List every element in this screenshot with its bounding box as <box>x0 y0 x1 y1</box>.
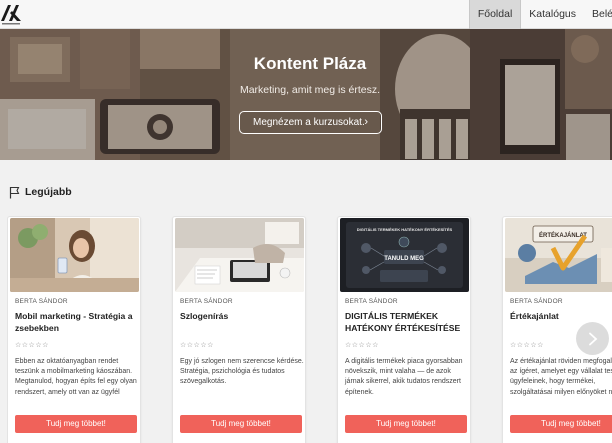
course-description: Egy jó szlogen nem szerencse kérdése. St… <box>180 358 304 386</box>
learn-more-button[interactable]: Tudj meg többet! <box>180 415 302 433</box>
section-title: Legújabb <box>25 186 72 198</box>
course-title[interactable]: Mobil marketing - Stratégia a zsebekben <box>15 311 137 334</box>
carousel-next-button[interactable] <box>576 322 609 355</box>
nav-item-login[interactable]: Belépés <box>584 0 612 29</box>
view-courses-button[interactable]: Megnézem a kurzusokat. › <box>239 111 382 134</box>
view-courses-label: Megnézem a kurzusokat. <box>253 117 365 128</box>
course-description: Ebben az oktatóanyagban rendet teszünk a… <box>15 358 137 396</box>
course-author: BERTA SÁNDOR <box>510 298 563 305</box>
course-title[interactable]: Értékajánlat <box>510 311 612 323</box>
star-rating: ☆☆☆☆☆ <box>510 342 544 349</box>
chevron-right-icon: › <box>364 116 368 128</box>
course-image[interactable] <box>175 218 304 292</box>
hero-title: Kontent Pláza <box>253 54 367 73</box>
course-carousel: BERTA SÁNDOR Mobil marketing - Stratégia… <box>7 216 612 443</box>
top-navbar: Főoldal Katalógus Belépés <box>0 0 612 29</box>
star-rating: ☆☆☆☆☆ <box>345 342 379 349</box>
course-title[interactable]: Szlogenírás <box>180 311 302 323</box>
learn-more-button[interactable]: Tudj meg többet! <box>345 415 467 433</box>
course-card[interactable]: DIGITÁLIS TERMÉKEK HATÉKONY ÉRTÉKESÍTÉS … <box>337 216 471 443</box>
course-card[interactable]: BERTA SÁNDOR Mobil marketing - Stratégia… <box>7 216 141 443</box>
main-nav: Főoldal Katalógus Belépés <box>468 0 612 29</box>
hero-banner: Kontent Pláza Marketing, amit meg is ért… <box>0 29 612 160</box>
card-image-badge: TANULD MEG <box>384 256 424 262</box>
course-description: A digitális termékek piaca gyorsabban nö… <box>345 358 463 396</box>
course-image[interactable]: ÉRTÉKAJÁNLAT <box>505 218 612 292</box>
course-card[interactable]: BERTA SÁNDOR Szlogenírás ☆☆☆☆☆ Egy jó sz… <box>172 216 306 443</box>
course-author: BERTA SÁNDOR <box>345 298 398 305</box>
learn-more-button[interactable]: Tudj meg többet! <box>510 415 612 433</box>
flag-icon <box>9 186 20 198</box>
star-rating: ☆☆☆☆☆ <box>15 342 49 349</box>
course-author: BERTA SÁNDOR <box>180 298 233 305</box>
star-rating: ☆☆☆☆☆ <box>180 342 214 349</box>
card-image-heading: DIGITÁLIS TERMÉKEK HATÉKONY ÉRTÉKESÍTÉS <box>357 227 453 232</box>
learn-more-button[interactable]: Tudj meg többet! <box>15 415 137 433</box>
course-description: Az értékajánlat röviden megfogalmazva az… <box>510 358 612 396</box>
course-title[interactable]: DIGITÁLIS TERMÉKEK HATÉKONY ÉRTÉKESÍTÉSE <box>345 311 467 334</box>
course-image[interactable] <box>10 218 139 292</box>
section-header: Legújabb <box>9 184 72 200</box>
nav-item-catalog[interactable]: Katalógus <box>521 0 584 29</box>
brand-logo-icon[interactable] <box>0 1 22 27</box>
course-author: BERTA SÁNDOR <box>15 298 68 305</box>
card-image-sign: ÉRTÉKAJÁNLAT <box>539 231 587 239</box>
hero-subtitle: Marketing, amit meg is értesz. <box>239 84 381 96</box>
nav-item-home[interactable]: Főoldal <box>468 0 522 29</box>
course-image[interactable]: DIGITÁLIS TERMÉKEK HATÉKONY ÉRTÉKESÍTÉS … <box>340 218 469 292</box>
chevron-right-icon <box>588 332 597 345</box>
